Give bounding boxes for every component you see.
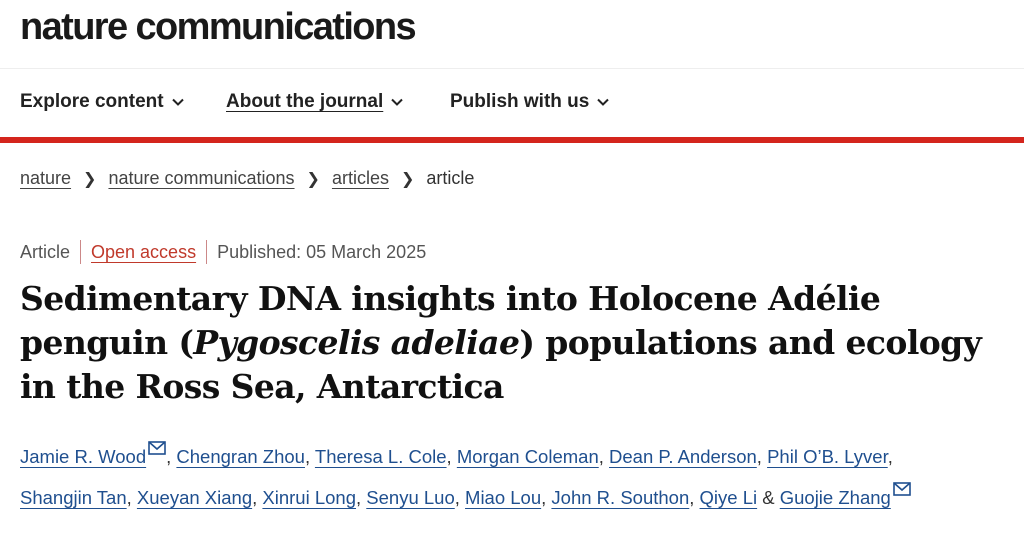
open-access-link[interactable]: Open access	[91, 242, 196, 263]
nav-explore-content[interactable]: Explore content	[20, 91, 184, 113]
meta-divider	[80, 240, 82, 264]
author-link[interactable]: Qiye Li	[700, 487, 758, 508]
nav-publish-with-us[interactable]: Publish with us	[450, 91, 610, 113]
breadcrumb-articles[interactable]: articles	[332, 168, 389, 189]
author-link[interactable]: Chengran Zhou	[176, 446, 305, 467]
breadcrumb-nature-communications[interactable]: nature communications	[108, 168, 294, 189]
breadcrumb: nature ❯ nature communications ❯ article…	[20, 168, 474, 189]
author-link[interactable]: Senyu Luo	[366, 487, 454, 508]
author-link[interactable]: Theresa L. Cole	[315, 446, 447, 467]
chevron-down-icon	[597, 98, 610, 106]
chevron-right-icon: ❯	[83, 170, 97, 188]
accent-divider	[0, 137, 1024, 143]
author-link[interactable]: Xinrui Long	[262, 487, 356, 508]
author-link[interactable]: Miao Lou	[465, 487, 541, 508]
author-link[interactable]: Morgan Coleman	[457, 446, 599, 467]
mail-icon[interactable]	[893, 482, 911, 496]
article-type: Article	[20, 241, 71, 262]
mail-icon[interactable]	[148, 441, 166, 455]
author-link[interactable]: John R. Southon	[551, 487, 689, 508]
article-title: Sedimentary DNA insights into Holocene A…	[20, 277, 1010, 409]
author-link[interactable]: Jamie R. Wood	[20, 446, 146, 467]
author-link[interactable]: Phil O’B. Lyver	[767, 446, 888, 467]
nav-label: Explore content	[20, 91, 164, 112]
author-list: Jamie R. Wood, Chengran Zhou, Theresa L.…	[20, 436, 1000, 518]
site-logo[interactable]: nature communications	[20, 6, 417, 49]
nav-label: Publish with us	[450, 91, 590, 112]
author-link[interactable]: Dean P. Anderson	[609, 446, 757, 467]
chevron-down-icon	[171, 98, 184, 106]
meta-divider	[206, 240, 208, 264]
author-link[interactable]: Xueyan Xiang	[137, 487, 252, 508]
breadcrumb-nature[interactable]: nature	[20, 168, 71, 189]
breadcrumb-current: article	[426, 168, 475, 188]
author-link[interactable]: Shangjin Tan	[20, 487, 127, 508]
title-species: Pygoscelis adeliae	[193, 323, 520, 362]
chevron-right-icon: ❯	[400, 170, 415, 188]
nav-about-journal[interactable]: About the journal	[226, 91, 403, 113]
article-meta: Article Open access Published: 05 March …	[20, 240, 426, 264]
chevron-down-icon	[391, 98, 403, 106]
authors-and: &	[762, 487, 775, 508]
author-link[interactable]: Guojie Zhang	[780, 487, 891, 508]
chevron-right-icon: ❯	[306, 170, 320, 188]
published-date: Published: 05 March 2025	[217, 241, 427, 262]
nav-label: About the journal	[226, 91, 384, 112]
site-header: nature communications	[0, 0, 1024, 69]
main-nav: Explore content About the journal Publis…	[0, 69, 1024, 137]
